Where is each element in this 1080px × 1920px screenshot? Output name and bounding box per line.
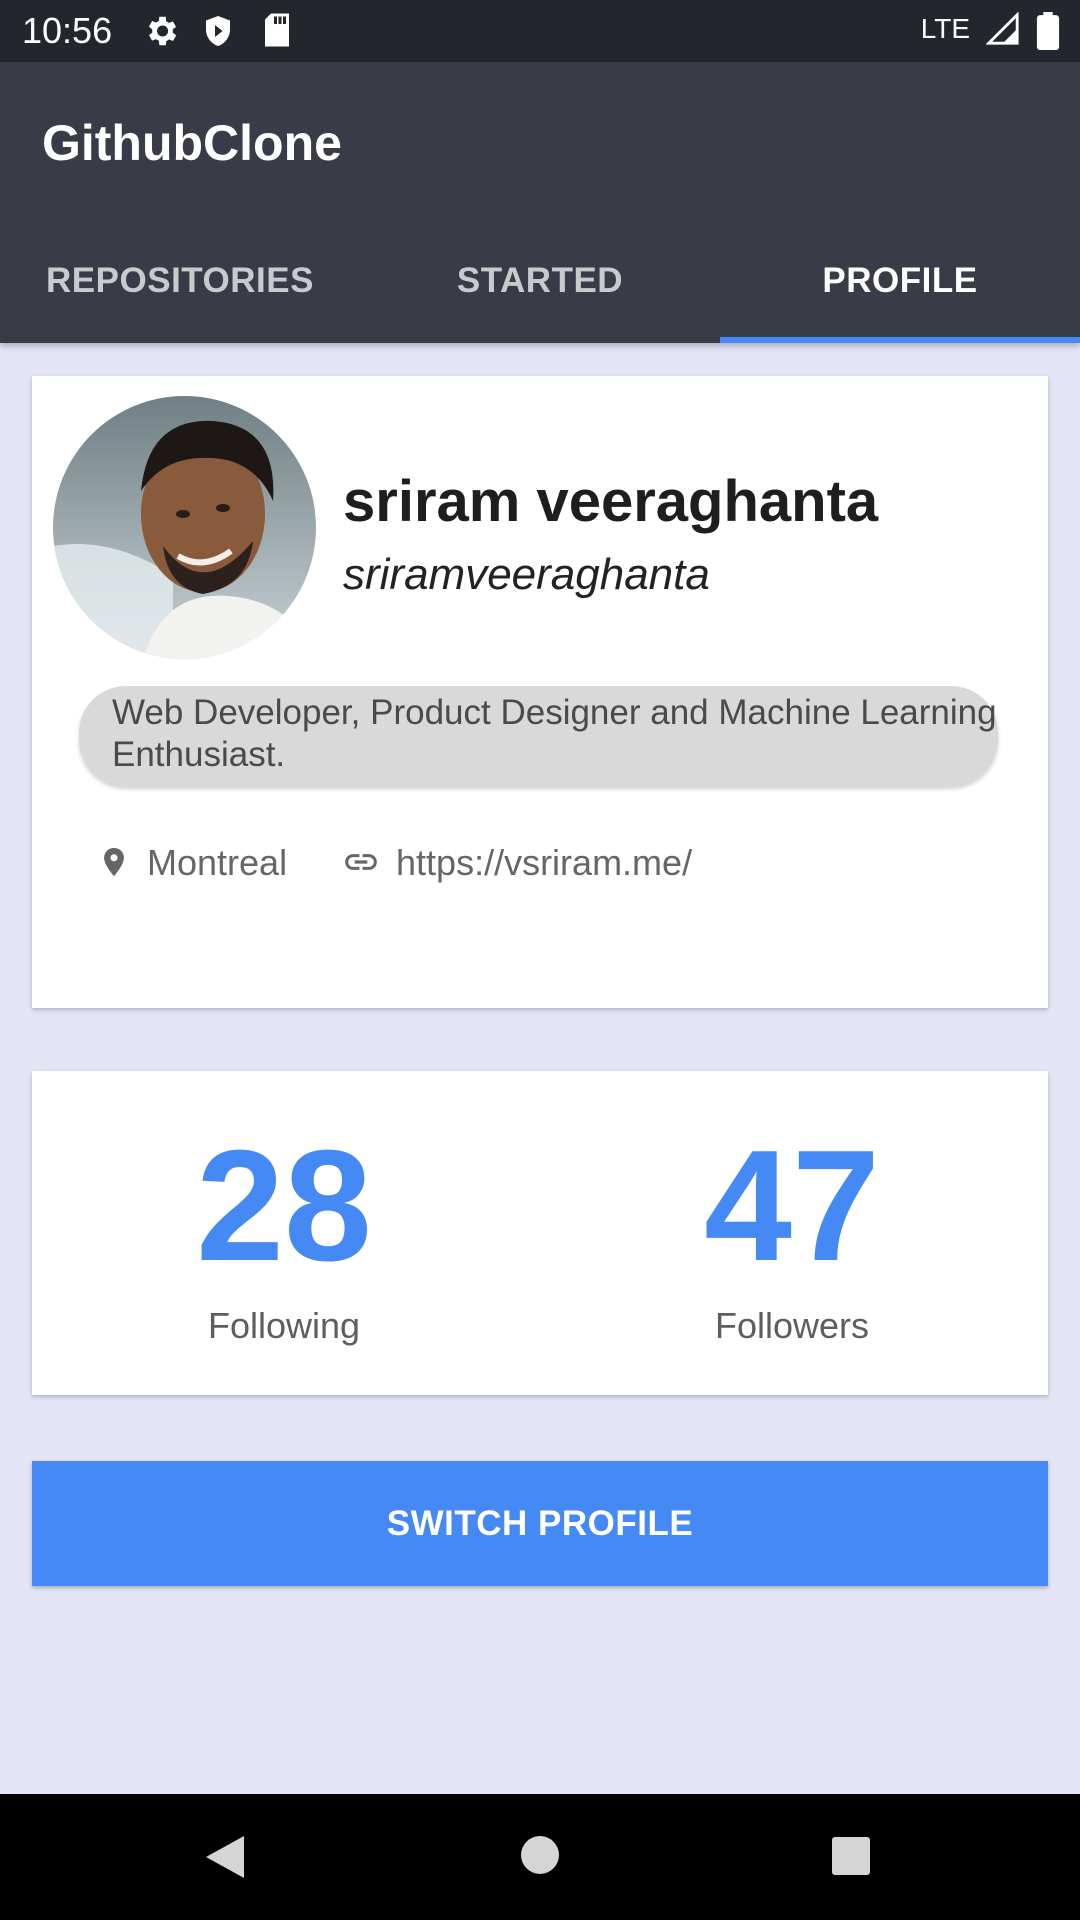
website-link[interactable]: https://vsriram.me/ [396,842,692,883]
followers-label: Followers [714,1305,870,1346]
profile-username: sriramveeraghanta [343,550,710,599]
home-icon[interactable] [519,1834,561,1881]
settings-icon [142,12,180,55]
signal-icon [985,11,1020,51]
navigation-bar [0,1794,1080,1920]
tab-started[interactable]: STARTED [360,219,720,343]
avatar [53,396,316,659]
profile-card: sriram veeraghanta sriramveeraghanta Web… [32,376,1048,1008]
status-time: 10:56 [22,10,113,51]
followers-stat[interactable]: 47 Followers [592,1118,992,1347]
app-title: GithubClone [42,115,342,171]
following-label: Following [207,1305,361,1346]
sd-card-icon [262,12,292,53]
location-text: Montreal [147,842,288,883]
app-bar: GithubClone REPOSITORIES STARTED PROFILE [0,62,1080,343]
battery-icon [1036,12,1060,55]
location: Montreal [97,842,287,884]
profile-bio: Web Developer, Product Designer and Mach… [79,686,998,786]
tab-profile[interactable]: PROFILE [720,219,1080,343]
switch-profile-button[interactable]: SWITCH PROFILE [32,1461,1048,1586]
tab-repositories[interactable]: REPOSITORIES [0,219,360,343]
link-icon [342,842,396,883]
followers-count: 47 [704,1118,880,1294]
status-bar: 10:56 LTE [0,0,1080,62]
profile-name: sriram veeraghanta [343,469,879,534]
location-pin-icon [97,842,147,883]
website[interactable]: https://vsriram.me/ [342,842,692,884]
following-stat[interactable]: 28 Following [84,1118,484,1347]
following-count: 28 [196,1118,372,1294]
stats-card: 28 Following 47 Followers [32,1071,1048,1395]
back-icon[interactable] [202,1832,248,1887]
network-type: LTE [920,13,970,44]
recents-icon[interactable] [831,1836,871,1881]
shield-icon [200,12,236,55]
tab-bar: REPOSITORIES STARTED PROFILE [0,219,1080,343]
